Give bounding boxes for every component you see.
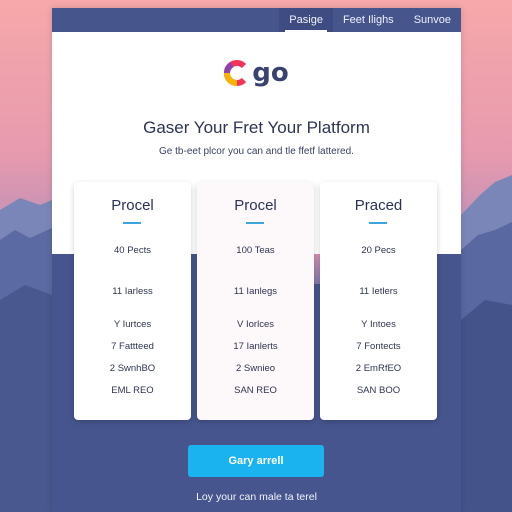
plan-feature: 11 Ietlers xyxy=(359,286,398,297)
plan-feature: 11 Ianlegs xyxy=(233,286,278,297)
nav-item-feet-ilighs[interactable]: Feet Ilighs xyxy=(333,8,404,32)
plan-title: Praced xyxy=(354,197,403,214)
plan-feature: 7 Fontects xyxy=(356,341,401,352)
plan-feature: 17 Ianlerts xyxy=(233,341,278,352)
pricing-card-2[interactable]: Procel 100 Teas 11 Ianlegs V Iorlces 17 … xyxy=(197,182,314,420)
nav-item-pasige[interactable]: Pasige xyxy=(279,8,333,32)
plan-title: Procel xyxy=(111,197,154,214)
page-headline: Gaser Your Fret Your Platform xyxy=(143,118,370,137)
plan-feature: 20 Pecs xyxy=(361,245,396,256)
plan-feature: Y Iurtces xyxy=(113,319,152,330)
title-divider xyxy=(369,222,387,224)
page-subheadline: Ge tb-eet plcor you can and tle ffetf la… xyxy=(159,146,354,157)
brand-logo[interactable]: go xyxy=(52,58,461,88)
title-divider xyxy=(123,222,141,224)
plan-feature: SAN BOO xyxy=(356,385,401,396)
plan-feature: V Iorlces xyxy=(237,319,274,330)
plan-feature: 100 Teas xyxy=(236,245,275,256)
plan-feature: 11 Iarless xyxy=(112,286,153,297)
title-divider xyxy=(246,222,264,224)
logo-mark-icon xyxy=(224,60,247,86)
cta-button[interactable]: Gary arrell xyxy=(188,445,324,477)
plan-title: Procel xyxy=(234,197,277,214)
plan-feature: 7 Fattteed xyxy=(111,341,154,352)
plan-feature: 2 SwnhBO xyxy=(109,363,156,374)
top-navigation: Pasige Feet Ilighs Sunvoe xyxy=(52,8,461,32)
plan-feature: Y Intoes xyxy=(361,319,396,330)
pricing-card-1[interactable]: Procel 40 Pects 11 Iarless Y Iurtces 7 F… xyxy=(74,182,191,420)
footer-tagline: Loy your can male ta terel xyxy=(196,491,317,503)
plan-feature: EML REO xyxy=(111,385,154,396)
plan-feature: 40 Pects xyxy=(114,245,151,256)
plan-feature: SAN REO xyxy=(234,385,277,396)
plan-feature: 2 EmRfEO xyxy=(355,363,402,374)
app-window: Pasige Feet Ilighs Sunvoe go Gaser Your … xyxy=(52,8,461,512)
pricing-card-3[interactable]: Praced 20 Pecs 11 Ietlers Y Intoes 7 Fon… xyxy=(320,182,437,420)
nav-item-sunvoe[interactable]: Sunvoe xyxy=(404,8,461,32)
plan-feature: 2 Swnieo xyxy=(235,363,276,374)
logo-wordmark: go xyxy=(252,58,289,88)
